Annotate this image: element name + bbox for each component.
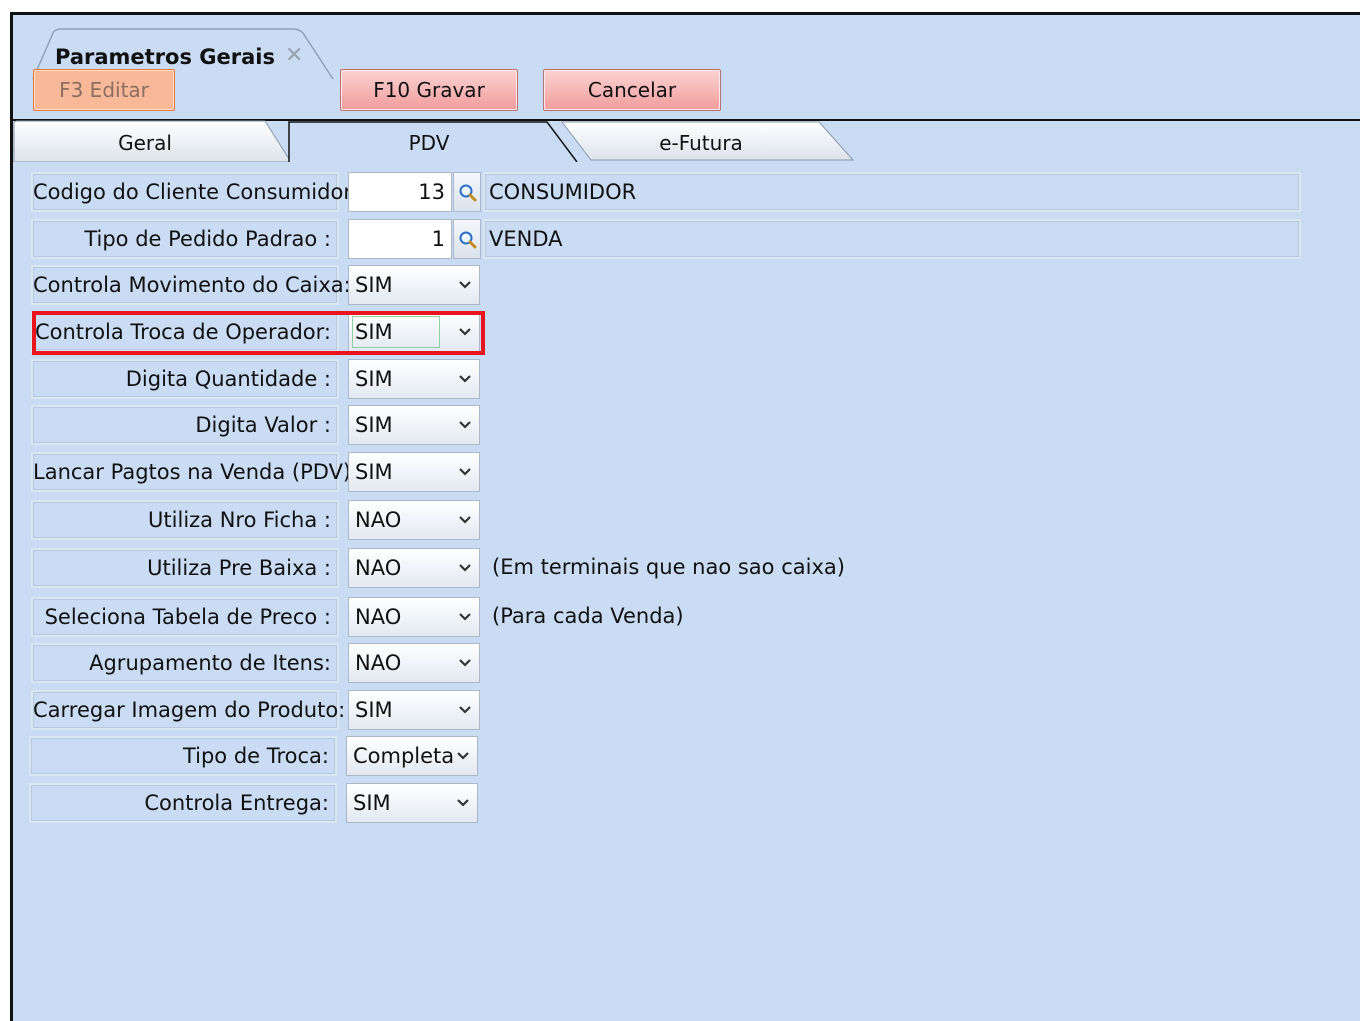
value-select[interactable]: NAO [348, 643, 480, 683]
select-value: NAO [355, 651, 402, 675]
field-label: Tipo de Pedido Padrao : [31, 219, 339, 259]
value-select[interactable]: NAO [348, 548, 480, 588]
tab-efutura-label: e-Futura [659, 131, 743, 155]
field-label: Digita Quantidade : [31, 359, 339, 399]
close-icon[interactable]: ✕ [285, 43, 303, 68]
select-value: NAO [355, 508, 402, 532]
chevron-down-icon [459, 706, 471, 714]
chevron-down-icon [457, 752, 469, 760]
cliente-consumidor-search-button[interactable] [453, 172, 481, 212]
tab-geral[interactable]: Geral [13, 120, 293, 162]
value-select[interactable]: NAO [348, 597, 480, 637]
tipo-pedido-code-input[interactable]: 1 [348, 219, 452, 259]
focus-indicator [352, 316, 440, 348]
value-select[interactable]: SIM [348, 359, 480, 399]
field-label: Controla Entrega: [29, 783, 337, 823]
save-button[interactable]: F10 Gravar [340, 69, 518, 111]
value-select[interactable]: NAO [348, 500, 480, 540]
tab-pdv[interactable]: PDV [279, 120, 579, 162]
field-note: (Em terminais que nao sao caixa) [492, 555, 845, 579]
field-label: Codigo do Cliente Consumidor: [31, 172, 359, 212]
select-value: SIM [355, 273, 393, 297]
value-select[interactable]: SIM [348, 405, 480, 445]
tab-efutura[interactable]: e-Futura [561, 120, 861, 162]
value-select[interactable]: SIM [346, 783, 478, 823]
value-select[interactable]: SIM [348, 265, 480, 305]
field-label: Digita Valor : [31, 405, 339, 445]
chevron-down-icon [457, 799, 469, 807]
chevron-down-icon [459, 375, 471, 383]
tipo-pedido-search-button[interactable] [453, 219, 481, 259]
cancel-button[interactable]: Cancelar [543, 69, 721, 111]
select-value: NAO [355, 556, 402, 580]
field-label: Utiliza Pre Baixa : [31, 548, 339, 588]
chevron-down-icon [459, 468, 471, 476]
select-value: Completa [353, 744, 455, 768]
parametros-gerais-window: Parametros Gerais ✕ F3 Editar F10 Gravar… [10, 12, 1360, 1021]
magnifier-icon [459, 231, 477, 249]
field-label: Lancar Pagtos na Venda (PDV) : [31, 452, 365, 492]
select-value: SIM [355, 460, 393, 484]
chevron-down-icon [459, 516, 471, 524]
value-select[interactable]: Completa [346, 736, 478, 776]
edit-button[interactable]: F3 Editar [33, 69, 175, 111]
select-value: SIM [353, 791, 391, 815]
tab-pdv-label: PDV [408, 131, 450, 155]
chevron-down-icon [459, 281, 471, 289]
select-value: NAO [355, 605, 402, 629]
field-label: Controla Movimento do Caixa: [31, 265, 351, 305]
tipo-pedido-description: VENDA [483, 219, 1301, 259]
field-note: (Para cada Venda) [492, 604, 684, 628]
field-label: Controla Troca de Operador: [31, 312, 339, 352]
chevron-down-icon [459, 613, 471, 621]
value-select[interactable]: SIM [348, 690, 480, 730]
cliente-consumidor-code-input[interactable]: 13 [348, 172, 452, 212]
magnifier-icon [459, 184, 477, 202]
cliente-consumidor-description: CONSUMIDOR [483, 172, 1301, 212]
field-label: Agrupamento de Itens: [31, 643, 339, 683]
tab-geral-label: Geral [118, 131, 172, 155]
field-label: Carregar Imagem do Produto: [31, 690, 345, 730]
window-tab-title: Parametros Gerais [55, 45, 275, 69]
chevron-down-icon [459, 421, 471, 429]
field-label: Tipo de Troca: [29, 736, 337, 776]
field-label: Utiliza Nro Ficha : [31, 500, 339, 540]
select-value: SIM [355, 413, 393, 437]
select-value: SIM [355, 698, 393, 722]
chevron-down-icon [459, 659, 471, 667]
field-label: Seleciona Tabela de Preco : [31, 597, 339, 637]
value-select[interactable]: SIM [348, 312, 480, 352]
value-select[interactable]: SIM [348, 452, 480, 492]
select-value: SIM [355, 367, 393, 391]
chevron-down-icon [459, 564, 471, 572]
chevron-down-icon [459, 328, 471, 336]
